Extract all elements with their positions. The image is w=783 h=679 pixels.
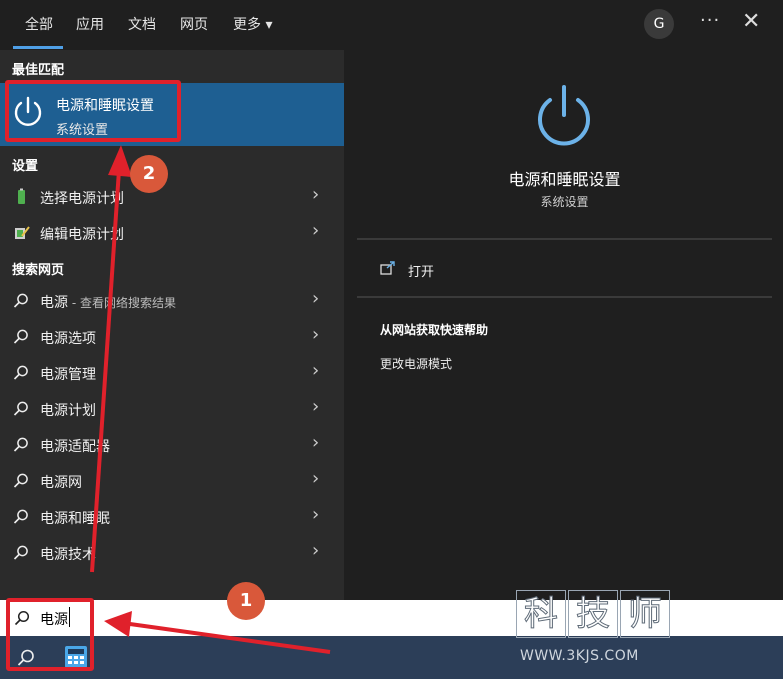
step-badge-2: 2 bbox=[130, 155, 168, 193]
step-badge-1: 1 bbox=[227, 582, 265, 620]
watermark-char: 师 bbox=[620, 590, 670, 638]
annotation-arrows bbox=[90, 145, 331, 654]
watermark-char: 科 bbox=[516, 590, 566, 638]
watermark-url: WWW.3KJS.COM bbox=[520, 648, 639, 664]
watermark-char: 技 bbox=[568, 590, 618, 638]
